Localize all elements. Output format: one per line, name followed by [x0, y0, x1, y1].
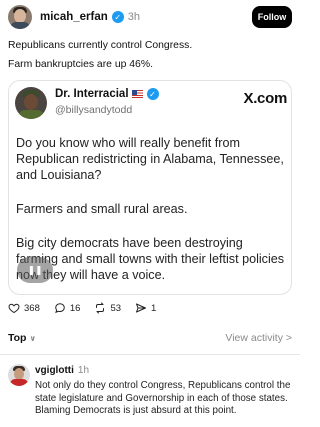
author-username[interactable]: micah_erfan	[40, 11, 108, 23]
share-button[interactable]: 1	[135, 302, 156, 314]
view-activity-link[interactable]: View activity >	[225, 332, 292, 344]
post-time: 3h	[127, 11, 141, 23]
sort-label: Top	[8, 332, 27, 344]
quoted-post-header: Dr. Interracial ✓ @billysandytodd X.com	[15, 87, 287, 121]
reply-count: 16	[69, 302, 81, 314]
post-text-line-1: Republicans currently control Congress.	[8, 40, 193, 51]
repost-button[interactable]: 53	[94, 302, 121, 314]
sort-dropdown[interactable]: Top ∨	[8, 332, 36, 344]
comment-text: Not only do they control Congress, Repub…	[35, 380, 291, 416]
send-icon	[136, 303, 147, 313]
divider	[0, 354, 300, 355]
repost-count: 53	[110, 302, 122, 314]
verified-badge-icon: ✓	[146, 88, 159, 100]
source-logo: X.com	[243, 90, 287, 107]
commenter-username[interactable]: vgiglotti	[35, 365, 74, 376]
quoted-author-name-row: Dr. Interracial ✓	[55, 88, 159, 100]
quoted-post-card[interactable]: Dr. Interracial ✓ @billysandytodd X.com …	[8, 80, 292, 295]
us-flag-icon	[131, 90, 143, 98]
quoted-paragraph-2: Farmers and small rural areas.	[16, 202, 188, 216]
heart-icon	[8, 303, 20, 314]
author-avatar[interactable]	[8, 5, 32, 29]
like-count: 368	[24, 302, 40, 314]
play-icon: ❚❚	[27, 264, 43, 275]
reply-button[interactable]: 16	[54, 302, 81, 314]
action-bar: 368 16 53 1	[8, 300, 170, 316]
verified-badge-icon: ✓	[111, 11, 124, 23]
quoted-author-avatar	[15, 87, 47, 119]
follow-button[interactable]: Follow	[252, 6, 292, 28]
repost-icon	[96, 302, 105, 314]
quoted-author-name: Dr. Interracial	[55, 88, 129, 100]
like-button[interactable]: 368	[8, 302, 40, 314]
replies-sort-row: Top ∨ View activity >	[8, 331, 292, 345]
quoted-paragraph-1: Do you know who will really benefit from…	[16, 136, 284, 182]
post-header: micah_erfan ✓ 3h Follow	[8, 4, 292, 30]
media-controls-overlay[interactable]: ❚❚	[17, 257, 53, 283]
comment-icon	[55, 303, 65, 314]
chevron-down-icon: ∨	[29, 333, 36, 343]
comment-header: vgiglotti 1h	[35, 365, 89, 376]
quoted-paragraph-3: Big city democrats have been destroying …	[16, 236, 285, 282]
post-text-line-2: Farm bankruptcies are up 46%.	[8, 59, 153, 70]
commenter-avatar[interactable]	[8, 364, 30, 386]
share-count: 1	[151, 302, 157, 314]
quoted-author-handle: @billysandytodd	[55, 104, 133, 116]
comment-time: 1h	[77, 365, 90, 376]
